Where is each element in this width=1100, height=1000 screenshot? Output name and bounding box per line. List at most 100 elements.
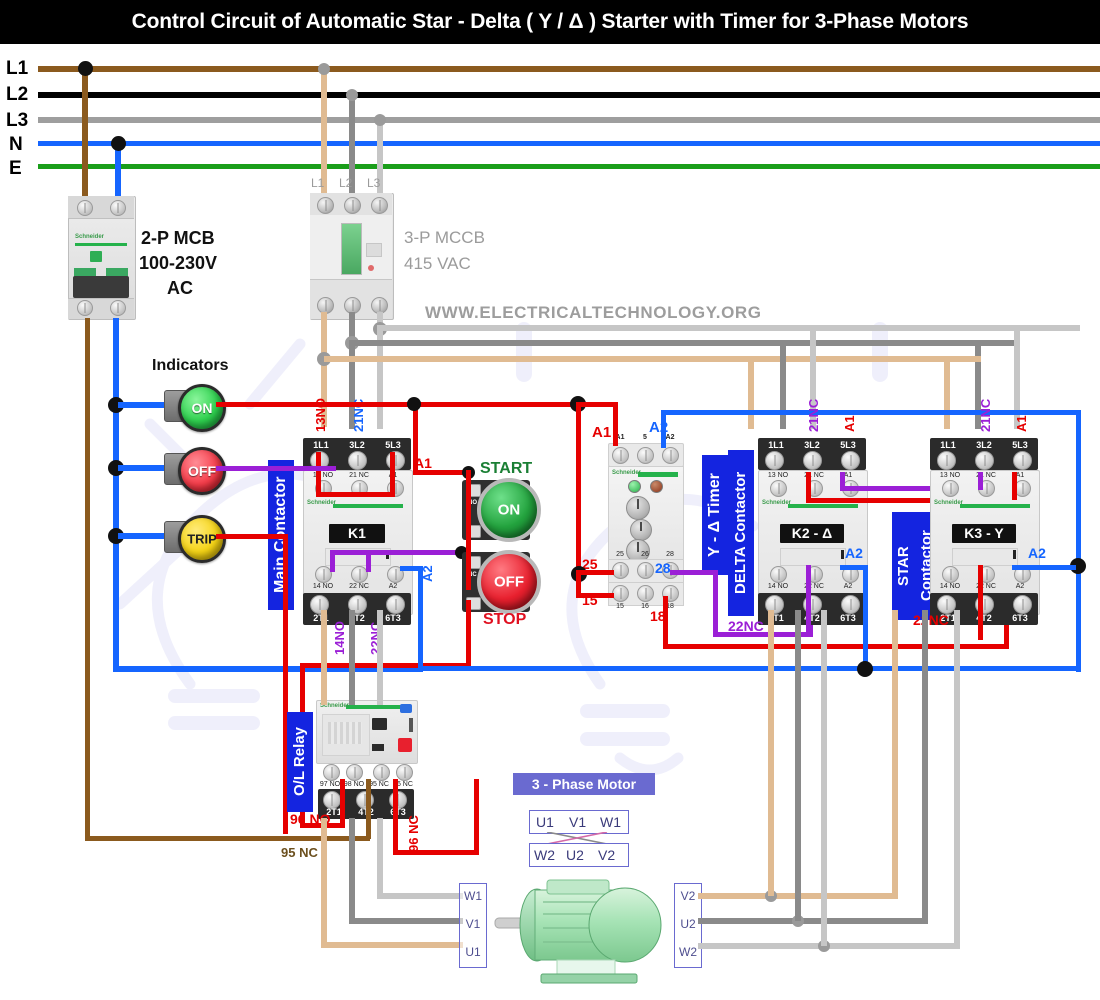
stop-button[interactable]: OFF [477, 550, 541, 614]
mcb-2p[interactable]: Schneider [68, 196, 136, 320]
timer-knob-2[interactable] [630, 519, 652, 541]
sc-aux-screw-14no [942, 566, 959, 583]
mccb-label-line2: 415 VAC [404, 254, 471, 273]
delta-contactor-caption: DELTA Contactor [728, 450, 754, 616]
junction-on-lamp-line [407, 397, 421, 411]
wire-l3-right-run [380, 325, 1080, 331]
motor-winding-v1: V1 [569, 814, 587, 830]
sc-tag-a2: A2 [1028, 545, 1046, 561]
wire-ol-96nc-h [393, 850, 479, 855]
wire-28-out [670, 570, 718, 575]
wire-l2-right-run [352, 340, 1020, 346]
wire-lamp-on-out [216, 402, 576, 407]
ol-reset-button[interactable] [400, 704, 412, 713]
wire-pb-red-top [413, 470, 469, 475]
wire-n-to-lamp-off [118, 465, 170, 471]
ol-dial[interactable] [372, 718, 387, 730]
star-delta-timer[interactable]: A1 5 A2 Schneider Un R Y T Y - Δ 25 26 2… [608, 434, 684, 610]
star-contactor[interactable]: 1L1 3L2 5L3 13 NO 21 NC A1 Schneider K3 … [930, 438, 1040, 625]
delta-contactor[interactable]: 1L1 3L2 5L3 13 NO 21 NC A1 Schneider K2 … [758, 438, 868, 625]
mc-aux-top-1: 13 NO [312, 472, 334, 479]
motor-term-w1: W1 [464, 889, 482, 903]
mccb-label-line1: 3-P MCCB [404, 228, 485, 247]
sc-aux-bot-3: A2 [1015, 583, 1025, 590]
motor-winding-w2: W2 [534, 847, 555, 863]
mccb-3p[interactable] [310, 193, 394, 320]
sc-tag-a1: A1 [1014, 415, 1029, 432]
ol-screw-97 [323, 764, 340, 781]
wire-ol-96nc-up [474, 779, 479, 855]
wire-ol-96nc-v [393, 779, 398, 855]
mcb-screw-bot-1 [77, 300, 93, 316]
wire-ol-96no-v [340, 779, 345, 828]
motor-left-terminal-box: W1 V1 U1 [459, 883, 487, 968]
wire-l1-to-mcb [82, 66, 88, 198]
dc-aux-bot-3: A2 [843, 583, 853, 590]
rail-n [38, 141, 1100, 146]
mcb-toggle[interactable] [73, 276, 129, 298]
wire-k1-a2-down [418, 566, 423, 670]
wire-u2-branch-up [795, 610, 801, 921]
wire-25-15-bus [576, 402, 581, 574]
wire-timer-a2-h [661, 410, 1081, 415]
wire-to-15 [576, 593, 614, 598]
wire-ol-out-u1-h [321, 942, 463, 948]
wire-95nc-brown-up [366, 779, 371, 839]
junction-l2-mccb [346, 89, 358, 101]
wire-start-to-stop [466, 470, 471, 590]
ol-relay-caption: O/L Relay [287, 712, 313, 812]
mcb-screw-bot-2 [110, 300, 126, 316]
ol-screw-96 [396, 764, 413, 781]
wire-ol-out-v1 [349, 818, 355, 924]
mccb-toggle[interactable] [341, 223, 362, 275]
delta-contactor-nameplate: K2 - Δ [780, 524, 844, 543]
wire-blue-return-bottom [418, 666, 1081, 671]
wire-l1-down-star2 [944, 356, 950, 429]
indicators-heading: Indicators [152, 357, 229, 374]
junction-l3-mccb [374, 114, 386, 126]
wire-k1-aux-red-v2 [390, 452, 395, 494]
mc-top-t2: 3L2 [349, 440, 365, 450]
mcb-label-line1: 2-P MCB [141, 228, 215, 248]
mcb-screw-top-2 [110, 200, 126, 216]
sc-top-t3: 5L3 [1012, 440, 1028, 450]
dc-top-t3: 5L3 [840, 440, 856, 450]
indicator-lamp-trip[interactable]: TRIP [178, 515, 226, 563]
start-button[interactable]: ON [477, 478, 541, 542]
wire-k1-aux-purple-v1 [330, 550, 335, 572]
timer-screw-16 [637, 585, 654, 602]
mc-aux-bot-3: A2 [388, 583, 398, 590]
rail-label-l3: L3 [6, 110, 29, 131]
timer-led-r [650, 480, 663, 493]
motor-winding-w1: W1 [600, 814, 621, 830]
ol-stop-button[interactable] [398, 738, 412, 752]
wire-l1-down-delta [748, 356, 754, 429]
wire-delta-21nc-up [806, 472, 811, 500]
dc-tag-a2: A2 [845, 545, 863, 561]
wire-n-to-lamp-trip [118, 533, 170, 539]
motor-winding-bottom: W2 U2 V2 [529, 843, 629, 867]
wire-timer-a1-h [576, 402, 618, 407]
wire-to-25 [578, 570, 614, 575]
dc-aux-top-1: 13 NO [767, 472, 789, 479]
sc-aux-top-2: 21 NC [976, 472, 996, 479]
star-contactor-nameplate: K3 - Y [952, 524, 1016, 543]
wire-k1-a2-h [400, 566, 423, 571]
motor-winding-u1: U1 [536, 814, 554, 830]
motor-winding-top: U1 V1 W1 [529, 810, 629, 834]
junction-blue-return [857, 661, 873, 677]
mc-aux-top-2: 21 NC [349, 472, 369, 479]
sc-aux-bot-1: 14 NO [939, 583, 961, 590]
dc-bot-t3: 6T3 [840, 613, 856, 623]
timer-knob-1[interactable] [626, 496, 650, 520]
main-contactor-nameplate: K1 [329, 524, 385, 543]
indicator-lamp-on[interactable]: ON [178, 384, 226, 432]
indicator-lamp-off[interactable]: OFF [178, 447, 226, 495]
rail-label-l1: L1 [6, 58, 29, 79]
timer-screw-26 [637, 562, 654, 579]
mccb-phase-l3: L3 [367, 176, 381, 190]
wire-u2-out [698, 918, 928, 924]
start-button-label: ON [497, 501, 521, 519]
wire-ol-out-v1-h [349, 918, 463, 924]
mc-aux-bot-1: 14 NO [312, 583, 334, 590]
